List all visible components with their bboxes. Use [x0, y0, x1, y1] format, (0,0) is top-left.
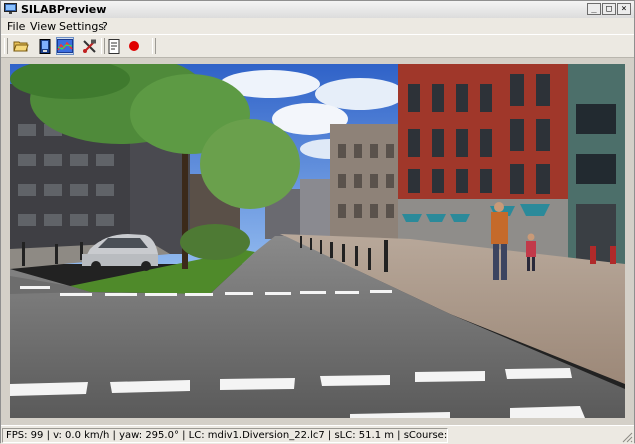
sensor-view-button[interactable] [56, 37, 74, 55]
status-field-telemetry: FPS: 99 | v: 0.0 km/h | yaw: 295.0° | LC… [2, 428, 448, 443]
minimize-button[interactable]: _ [587, 3, 601, 15]
resize-grip-icon[interactable] [621, 431, 633, 443]
toolbar-grip-end[interactable] [152, 38, 156, 54]
tools-icon [83, 39, 96, 53]
toolbar [1, 34, 634, 58]
maximize-button[interactable]: □ [602, 3, 616, 15]
red-bollard [610, 246, 616, 264]
title-bar[interactable]: SILABPreview _ □ × [1, 1, 634, 19]
close-icon: × [621, 3, 627, 14]
tools-button[interactable] [81, 37, 99, 55]
script-document-icon [108, 38, 120, 54]
menu-bar: File View Settings ? [1, 18, 634, 34]
device-button[interactable] [36, 37, 54, 55]
app-window: SILABPreview _ □ × File View Settings ? [0, 0, 635, 444]
tablet-device-icon [39, 38, 51, 54]
street-scene [10, 64, 625, 418]
sensor-view-icon [57, 39, 73, 53]
menu-file[interactable]: File [7, 20, 25, 33]
corner-window [576, 154, 616, 184]
toolbar-grip[interactable] [4, 38, 8, 54]
menu-settings[interactable]: Settings [59, 20, 104, 33]
open-folder-icon [13, 41, 29, 52]
red-bollard [590, 246, 596, 264]
menu-view[interactable]: View [30, 20, 56, 33]
minimize-icon: _ [591, 3, 597, 14]
open-button[interactable] [12, 37, 30, 55]
status-bar: FPS: 99 | v: 0.0 km/h | yaw: 295.0° | LC… [1, 425, 634, 444]
script-button[interactable] [105, 37, 123, 55]
record-button[interactable] [125, 37, 143, 55]
menu-help[interactable]: ? [102, 20, 108, 33]
tree-canopy [200, 119, 300, 209]
record-icon [129, 41, 139, 51]
maximize-icon: □ [606, 3, 612, 14]
app-monitor-icon [4, 3, 17, 14]
window-title: SILABPreview [21, 3, 107, 16]
corner-window [576, 104, 616, 134]
hedge [180, 224, 250, 260]
close-button[interactable]: × [617, 3, 631, 15]
distant-building [300, 179, 335, 239]
simulation-viewport[interactable] [10, 64, 625, 418]
